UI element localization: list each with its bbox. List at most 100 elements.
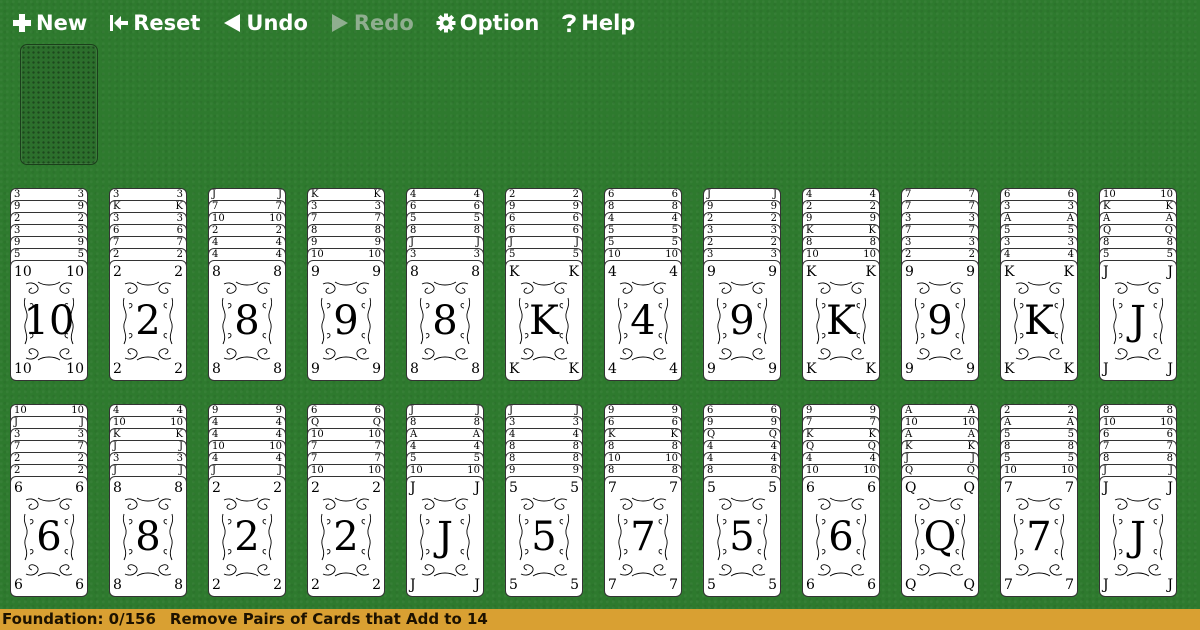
- stacked-card-rank: 2: [14, 453, 21, 464]
- stacked-card-rank: A: [1066, 213, 1074, 224]
- card-corner-rank: 6: [75, 577, 84, 593]
- card-corner-rank: K: [568, 361, 579, 377]
- top-card[interactable]: 6 6 6 6 6: [802, 476, 880, 597]
- stacked-card-rank: 5: [473, 213, 480, 224]
- stacked-card-rank: 4: [275, 429, 282, 440]
- stacked-card-rank: J: [509, 237, 514, 248]
- stacked-card-rank: 4: [212, 453, 219, 464]
- stacked-card-rank: 8: [410, 225, 417, 236]
- new-button[interactable]: New: [12, 11, 87, 35]
- stacked-card-rank: 2: [770, 213, 777, 224]
- stacked-card-rank: 5: [14, 249, 21, 260]
- stacked-card-rank: A: [1165, 213, 1173, 224]
- top-card[interactable]: 9 9 9 9 9: [703, 260, 781, 381]
- card-corner-rank: J: [474, 480, 480, 496]
- stacked-card-rank: 5: [608, 225, 615, 236]
- stacked-card-rank: 7: [1166, 441, 1173, 452]
- top-card[interactable]: 5 5 5 5 5: [703, 476, 781, 597]
- card-corner-rank: 2: [113, 264, 122, 280]
- stacked-card-rank: 5: [1103, 249, 1110, 260]
- card-center-rank: 8: [432, 298, 458, 344]
- stacked-card-rank: 9: [572, 465, 579, 476]
- top-card[interactable]: 10 10 10 10 10: [10, 260, 88, 381]
- stacked-card-rank: 4: [410, 441, 417, 452]
- top-card[interactable]: Q Q Q Q Q: [901, 476, 979, 597]
- top-card[interactable]: 5 5 5 5 5: [505, 476, 583, 597]
- redo-button[interactable]: Redo: [330, 11, 414, 35]
- stacked-card-rank: 8: [1166, 405, 1173, 416]
- stacked-card-rank: J: [14, 417, 19, 428]
- top-card[interactable]: J J J J J: [1099, 476, 1177, 597]
- stacked-card-rank: 8: [1103, 453, 1110, 464]
- stacked-card-rank: 5: [410, 453, 417, 464]
- top-card[interactable]: 7 7 7 7 7: [1000, 476, 1078, 597]
- stacked-card-rank: 4: [806, 189, 813, 200]
- stacked-card-rank: 9: [311, 237, 318, 248]
- top-card[interactable]: 2 2 2 2 2: [109, 260, 187, 381]
- stacked-card-rank: 6: [509, 225, 516, 236]
- stacked-card-rank: 5: [77, 249, 84, 260]
- reset-button[interactable]: Reset: [109, 11, 200, 35]
- stacked-card-rank: 4: [1004, 249, 1011, 260]
- top-card[interactable]: 6 6 6 6 6: [10, 476, 88, 597]
- stacked-card-rank: A: [410, 429, 418, 440]
- top-card[interactable]: 2 2 2 2 2: [208, 476, 286, 597]
- stacked-card-rank: 7: [374, 441, 381, 452]
- card-corner-rank: 2: [273, 577, 282, 593]
- card-corner-rank: 9: [372, 361, 381, 377]
- help-button[interactable]: Help: [561, 11, 635, 35]
- undo-button[interactable]: Undo: [222, 11, 308, 35]
- top-card[interactable]: J J J J J: [406, 476, 484, 597]
- card-corner-rank: 8: [273, 264, 282, 280]
- stacked-card-rank: J: [772, 189, 777, 200]
- top-card[interactable]: 4 4 4 4 4: [604, 260, 682, 381]
- stacked-card-rank: 10: [608, 249, 621, 260]
- stacked-card-rank: 4: [671, 213, 678, 224]
- card-corner-rank: 2: [372, 480, 381, 496]
- stacked-card-rank: 3: [113, 213, 120, 224]
- top-card[interactable]: K K K K K: [505, 260, 583, 381]
- card-corner-rank: 4: [608, 264, 617, 280]
- stacked-card-rank: 9: [212, 405, 219, 416]
- top-card[interactable]: K K K K K: [1000, 260, 1078, 381]
- card-corner-rank: 8: [212, 264, 221, 280]
- card-corner-rank: K: [806, 264, 817, 280]
- card-corner-rank: 10: [14, 361, 32, 377]
- top-card[interactable]: J J J J J: [1099, 260, 1177, 381]
- card-corner-rank: 8: [174, 577, 183, 593]
- stacked-card-rank: 2: [869, 201, 876, 212]
- stacked-card-rank: 6: [1004, 189, 1011, 200]
- card-corner-rank: 5: [707, 577, 716, 593]
- top-card[interactable]: 9 9 9 9 9: [307, 260, 385, 381]
- stacked-card-rank: A: [1066, 417, 1074, 428]
- top-card[interactable]: 2 2 2 2 2: [307, 476, 385, 597]
- card-corner-rank: 6: [867, 577, 876, 593]
- top-card[interactable]: 8 8 8 8 8: [208, 260, 286, 381]
- option-button[interactable]: Option: [436, 11, 539, 35]
- top-card[interactable]: 7 7 7 7 7: [604, 476, 682, 597]
- stacked-card-rank: 7: [311, 213, 318, 224]
- stacked-card-rank: 4: [806, 453, 813, 464]
- stacked-card-rank: 9: [770, 201, 777, 212]
- stacked-card-rank: 10: [962, 417, 975, 428]
- card-corner-rank: J: [1103, 361, 1109, 377]
- stacked-card-rank: 7: [869, 417, 876, 428]
- card-center-rank: 9: [729, 298, 755, 344]
- card-corner-rank: 10: [14, 264, 32, 280]
- stacked-card-rank: 7: [311, 441, 318, 452]
- top-card[interactable]: 8 8 8 8 8: [109, 476, 187, 597]
- card-center-rank: 8: [135, 514, 161, 560]
- top-card[interactable]: K K K K K: [802, 260, 880, 381]
- stacked-card-rank: 3: [14, 189, 21, 200]
- stacked-card-rank: 5: [1166, 249, 1173, 260]
- stacked-card-rank: 8: [671, 201, 678, 212]
- stacked-card-rank: J: [574, 237, 579, 248]
- top-card[interactable]: 9 9 9 9 9: [901, 260, 979, 381]
- top-card[interactable]: 8 8 8 8 8: [406, 260, 484, 381]
- stacked-card-rank: 4: [212, 249, 219, 260]
- stacked-card-rank: 9: [707, 417, 714, 428]
- stock-pile[interactable]: [20, 44, 98, 165]
- stacked-card-rank: Q: [311, 417, 320, 428]
- card-corner-rank: 2: [372, 577, 381, 593]
- card-corner-rank: J: [1167, 577, 1173, 593]
